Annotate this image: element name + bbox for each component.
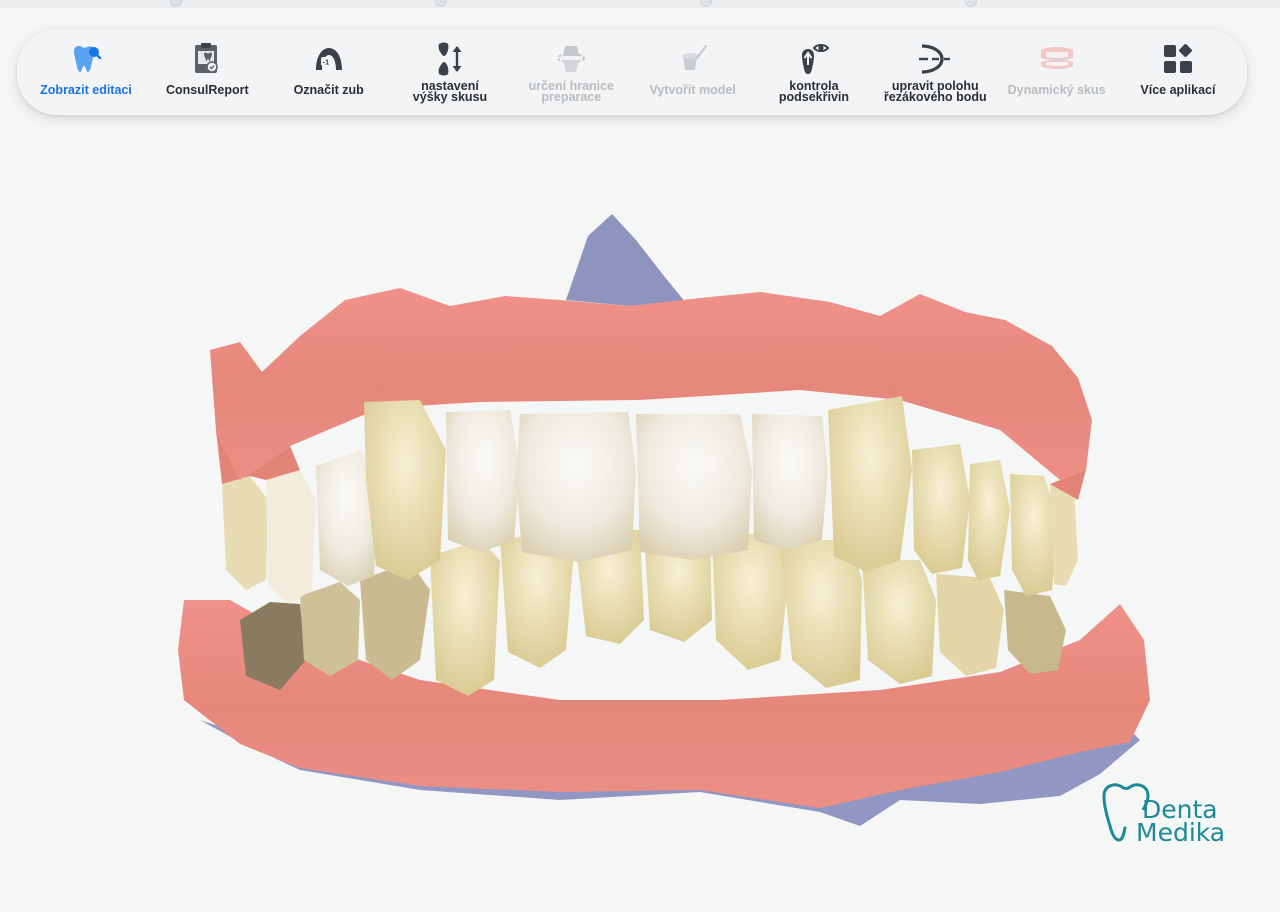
create-model-icon bbox=[675, 41, 711, 77]
bite-height-icon bbox=[432, 41, 468, 77]
tool-label: Dynamický skus bbox=[1007, 83, 1106, 97]
tooth-search-icon bbox=[68, 41, 104, 77]
undercut-check-icon bbox=[796, 41, 832, 77]
strip-handle[interactable] bbox=[435, 0, 447, 7]
tool-label: Zobrazit editaci bbox=[40, 83, 132, 97]
tool-label: upravit polohu řezákového bodu bbox=[883, 79, 987, 104]
tool-label: kontrola podsekřivin bbox=[778, 79, 850, 104]
main-toolbar: Zobrazit editaci ConsulReport 1 -1 Označ… bbox=[17, 29, 1247, 115]
dental-scan-model[interactable] bbox=[0, 140, 1280, 907]
tool-label: Označit zub bbox=[293, 83, 364, 97]
logo-text: Denta Medika bbox=[1136, 795, 1226, 847]
margin-line-icon bbox=[553, 41, 589, 77]
report-icon bbox=[189, 41, 225, 77]
tool-vytvorit-model[interactable]: Vytvořit model bbox=[638, 29, 748, 115]
tool-kontrola-podsekrivin[interactable]: kontrola podsekřivin bbox=[759, 29, 869, 115]
strip-handle[interactable] bbox=[965, 0, 977, 7]
tool-label: určení hranice preparace bbox=[528, 79, 615, 104]
strip-handle[interactable] bbox=[700, 0, 712, 7]
tool-urceni-hranice-preparace[interactable]: určení hranice preparace bbox=[516, 29, 626, 115]
tool-upravit-polohu-rezakoveho-bodu[interactable]: upravit polohu řezákového bodu bbox=[880, 29, 990, 115]
tool-label: ConsulReport bbox=[166, 83, 249, 97]
strip-handle[interactable] bbox=[170, 0, 182, 7]
tool-nastaveni-vysky-skusu[interactable]: nastavení výšky skusu bbox=[395, 29, 505, 115]
mark-tooth-icon: 1 -1 bbox=[311, 41, 347, 77]
top-strip bbox=[0, 0, 1280, 8]
tool-zobrazit-editaci[interactable]: Zobrazit editaci bbox=[31, 29, 141, 115]
tool-vice-aplikaci[interactable]: Více aplikací bbox=[1123, 29, 1233, 115]
tool-label: Více aplikací bbox=[1140, 83, 1216, 97]
dynamic-bite-icon bbox=[1039, 41, 1075, 77]
brand-logo: Denta Medika bbox=[1098, 780, 1243, 852]
tool-dynamicky-skus[interactable]: Dynamický skus bbox=[1002, 29, 1112, 115]
3d-viewport[interactable] bbox=[0, 140, 1280, 907]
tool-label: nastavení výšky skusu bbox=[412, 79, 488, 104]
more-apps-icon bbox=[1160, 41, 1196, 77]
svg-text:-1: -1 bbox=[322, 58, 329, 67]
incisal-point-icon bbox=[917, 41, 953, 77]
tool-label: Vytvořit model bbox=[649, 83, 736, 97]
tool-consulreport[interactable]: ConsulReport bbox=[152, 29, 262, 115]
tool-oznacit-zub[interactable]: 1 -1 Označit zub bbox=[274, 29, 384, 115]
